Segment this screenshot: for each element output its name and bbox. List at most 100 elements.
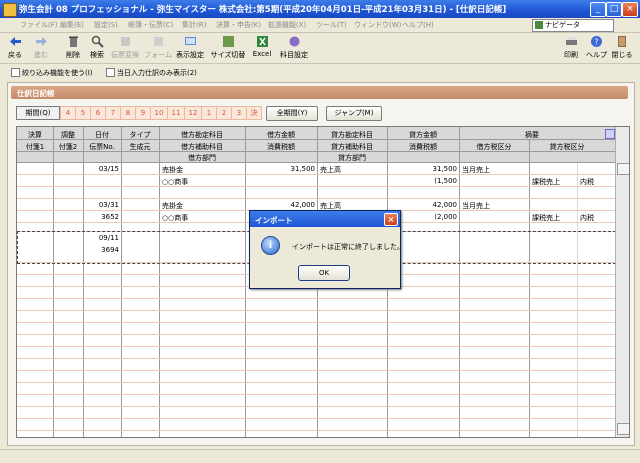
delete-label: 削除	[66, 51, 80, 59]
maximize-button[interactable]: □	[606, 2, 622, 17]
column-line	[577, 163, 578, 437]
menu-edit[interactable]: 編集(E)	[60, 20, 84, 30]
magnifier-icon	[91, 35, 104, 48]
search-label: 検索	[90, 51, 104, 59]
menu-extension[interactable]: 拡張機能(X)	[268, 20, 306, 30]
minimize-button[interactable]: _	[590, 2, 606, 17]
row-line	[17, 310, 615, 311]
column-line	[529, 139, 530, 437]
convert-slip-button[interactable]: 伝票変換	[110, 35, 140, 60]
period-label[interactable]: 期間(Q)	[16, 106, 60, 120]
menu-closing[interactable]: 決算・申告(K)	[216, 20, 261, 30]
close-view-button[interactable]: 閉じる	[610, 35, 634, 60]
navigator-icon	[535, 21, 543, 29]
month-tab-8[interactable]: 8	[120, 106, 136, 120]
entry-memo[interactable]: 当月売上	[462, 201, 490, 211]
header-type: タイプ	[129, 131, 151, 139]
entry-debit-account[interactable]: 売掛金	[162, 165, 183, 175]
month-tab-2[interactable]: 2	[216, 106, 232, 120]
delete-button[interactable]: 削除	[62, 35, 84, 60]
entry-debit-account[interactable]: 売掛金	[162, 201, 183, 211]
month-tab-4[interactable]: 4	[60, 106, 76, 120]
resize-icon	[222, 36, 234, 47]
column-settings-icon[interactable]	[605, 129, 615, 139]
jump-button[interactable]: ジャンプ(M)	[326, 106, 382, 121]
menu-books[interactable]: 帳簿・伝票(C)	[128, 20, 173, 30]
header-memo: 摘要	[525, 131, 539, 139]
row-line	[17, 430, 615, 431]
entry-debit-amount[interactable]: 42,000	[245, 201, 316, 209]
resize-button[interactable]: サイズ切替	[210, 35, 246, 60]
exit-icon	[617, 36, 626, 47]
filter-checkbox[interactable]	[11, 68, 20, 77]
print-button[interactable]: 印刷	[562, 35, 580, 60]
form-button[interactable]: フォーム	[144, 35, 172, 60]
today-only-checkbox[interactable]	[106, 68, 115, 77]
dialog-title-bar: インポート ×	[250, 211, 400, 227]
scroll-up-icon[interactable]	[617, 163, 629, 175]
entry-date[interactable]: 03/15	[83, 165, 119, 173]
month-tab-7[interactable]: 7	[105, 106, 121, 120]
row-line	[17, 346, 615, 347]
grid-header: 決算 調整 日付 タイプ 借方勘定科目 借方金額 貸方勘定科目 貸方金額 摘要 …	[17, 127, 615, 163]
account-settings-label: 科目設定	[280, 51, 308, 59]
navigator-button[interactable]: ナビゲータ	[532, 19, 614, 32]
entry-credit-account[interactable]: 売上高	[320, 165, 341, 175]
entry-credit-tax-class[interactable]: 課税売上	[532, 213, 560, 223]
month-tab-5[interactable]: 5	[75, 106, 91, 120]
month-tab-9[interactable]: 9	[135, 106, 151, 120]
month-tab-11[interactable]: 11	[167, 106, 185, 120]
menu-settings[interactable]: 設定(S)	[94, 20, 118, 30]
entry-debit-amount[interactable]: 31,500	[245, 165, 316, 173]
entry-slip-no[interactable]: 3652	[83, 213, 119, 221]
entry-memo[interactable]: 当月売上	[462, 165, 490, 175]
account-settings-button[interactable]: 科目設定	[278, 35, 310, 60]
back-button[interactable]: 戻る	[4, 35, 26, 60]
entry-slip-no[interactable]: 3694	[83, 246, 119, 254]
help-button[interactable]: ? ヘルプ	[586, 35, 607, 60]
convert-slip-label: 伝票変換	[111, 51, 139, 59]
month-tab-10[interactable]: 10	[150, 106, 168, 120]
form-label: フォーム	[144, 51, 172, 59]
convert-icon	[120, 37, 130, 46]
entry-date[interactable]: 03/31	[83, 201, 119, 209]
resize-label: サイズ切替	[210, 51, 246, 59]
scroll-down-icon[interactable]	[617, 423, 629, 435]
header-tag2: 付箋2	[58, 143, 78, 151]
entry-credit-tax[interactable]: (1,500	[387, 177, 457, 185]
header-divider	[17, 162, 615, 163]
month-tab-3[interactable]: 3	[231, 106, 247, 120]
month-tab-6[interactable]: 6	[90, 106, 106, 120]
entry-debit-sub[interactable]: ○○商事	[162, 213, 188, 223]
display-settings-button[interactable]: 表示設定	[174, 35, 206, 60]
filter-label: 絞り込み機能を使う(I)	[22, 69, 93, 77]
arrow-right-icon	[35, 37, 47, 46]
menu-window[interactable]: ウィンドウ(W)	[354, 20, 401, 30]
excel-button[interactable]: Excel	[250, 35, 274, 58]
entry-credit-amount[interactable]: 31,500	[387, 165, 458, 173]
entry-credit-amount[interactable]: 42,000	[387, 201, 458, 209]
entry-tax-mode[interactable]: 内税	[580, 213, 594, 223]
close-button[interactable]: ×	[622, 2, 638, 17]
header-debit-tax-class: 借方税区分	[476, 143, 512, 151]
entry-credit-tax-class[interactable]: 課税売上	[532, 177, 560, 187]
status-bar	[0, 449, 640, 463]
entry-debit-sub[interactable]: ○○商事	[162, 177, 188, 187]
menu-help[interactable]: ヘルプ(H)	[402, 20, 434, 30]
header-debit-amount: 借方金額	[267, 131, 295, 139]
entry-date[interactable]: 09/11	[83, 234, 119, 242]
vertical-scrollbar[interactable]	[615, 127, 629, 437]
menu-file[interactable]: ファイル(F)	[20, 20, 58, 30]
menu-report[interactable]: 集計(R)	[182, 20, 206, 30]
all-period-button[interactable]: 全期間(Y)	[266, 106, 318, 121]
ok-button[interactable]: OK	[298, 265, 350, 281]
title-bar: 弥生会計 08 プロフェッショナル - 弥生マイスター 株式会社:第5期(平成2…	[0, 0, 640, 18]
month-tab-closing[interactable]: 決	[246, 106, 262, 120]
dialog-close-button[interactable]: ×	[384, 213, 398, 226]
menu-tools[interactable]: ツール(T)	[316, 20, 347, 30]
forward-button[interactable]: 進む	[30, 35, 52, 60]
search-button[interactable]: 検索	[86, 35, 108, 60]
month-tab-1[interactable]: 1	[201, 106, 217, 120]
entry-tax-mode[interactable]: 内税	[580, 177, 594, 187]
month-tab-12[interactable]: 12	[184, 106, 202, 120]
